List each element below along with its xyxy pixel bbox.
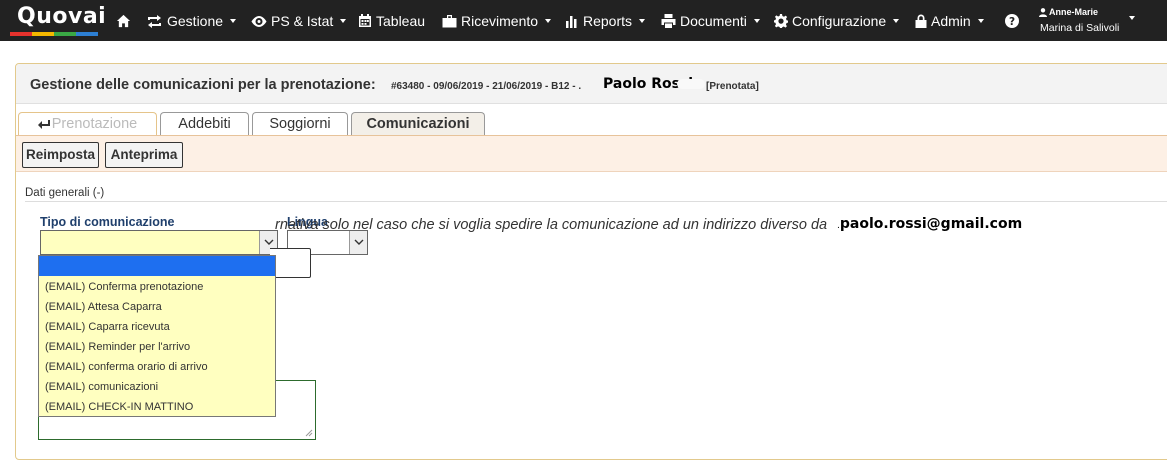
nav-gestione-label: Gestione (167, 13, 224, 29)
tab-comunicazioni[interactable]: Comunicazioni (351, 112, 485, 136)
lock-icon (915, 14, 927, 28)
section-divider (25, 201, 1167, 202)
dropdown-option[interactable]: (EMAIL) Conferma prenotazione (39, 277, 275, 297)
top-navbar: Quovai Gestione PS & Istat Tableau Ricev… (0, 0, 1167, 41)
preview-button[interactable]: Anteprima (105, 142, 183, 168)
svg-text:?: ? (1009, 16, 1015, 28)
nav-tableau[interactable]: Tableau (358, 12, 425, 30)
tab-soggiorni-label: Soggiorni (269, 116, 331, 132)
user-menu[interactable]: Anne-Marie Marina di Salivoli (1039, 6, 1149, 36)
nav-help[interactable]: ? (1005, 12, 1019, 30)
alternative-email-note: rnativa solo nel caso che si voglia sped… (275, 217, 828, 233)
printer-icon (661, 14, 676, 28)
tab-comunicazioni-label: Comunicazioni (366, 116, 470, 132)
dropdown-option[interactable]: (EMAIL) comunicazioni (39, 377, 275, 397)
type-dropdown-list[interactable]: (EMAIL) Conferma prenotazione (EMAIL) At… (38, 255, 276, 417)
logo-bar-red (10, 32, 32, 36)
eye-icon (251, 15, 267, 27)
nav-reports-label: Reports (583, 13, 633, 29)
chevron-down-icon (340, 19, 347, 23)
chevron-down-icon (753, 19, 760, 23)
booking-details: #63480 - 09/06/2019 - 21/06/2019 - B12 -… (391, 81, 582, 92)
bar-chart-icon (566, 15, 577, 28)
nav-documenti-label: Documenti (680, 13, 747, 29)
user-hotel: Marina di Salivoli (1040, 22, 1120, 34)
dropdown-option[interactable]: (EMAIL) Caparra ricevuta (39, 317, 275, 337)
question-circle-icon: ? (1005, 14, 1019, 28)
panel-header: Gestione delle comunicazioni per la pren… (16, 64, 1167, 104)
toolbar: Reimposta Anteprima (16, 136, 1167, 172)
dropdown-option[interactable] (39, 256, 275, 276)
nav-configurazione[interactable]: Configurazione (774, 12, 900, 30)
chevron-down-icon (349, 231, 367, 254)
user-icon (1039, 8, 1047, 17)
chevron-down-icon (1129, 16, 1135, 20)
chevron-down-icon (893, 19, 900, 23)
logo-bar-blue (76, 32, 98, 36)
redacted-blur (677, 79, 705, 89)
type-label: Tipo di comunicazione (40, 215, 175, 229)
nav-documenti[interactable]: Documenti (661, 12, 760, 30)
booking-status: [Prenotata] (706, 81, 759, 92)
guest-email-address: paolo.rossi@gmail.com (839, 216, 1023, 232)
dropdown-option[interactable]: (EMAIL) Attesa Caparra (39, 297, 275, 317)
guest-email: .paolo.rossi@gmail.com (837, 216, 1022, 232)
dropdown-option[interactable]: (EMAIL) Reminder per l'arrivo (39, 337, 275, 357)
nav-ps-istat-label: PS & Istat (271, 13, 334, 29)
tab-addebiti-label: Addebiti (178, 116, 231, 132)
logo-bar-green (54, 32, 76, 36)
nav-home[interactable] (116, 12, 131, 30)
dropdown-option[interactable]: (EMAIL) CHECK-IN MATTINO (39, 397, 275, 417)
tab-addebiti[interactable]: Addebiti (160, 112, 249, 136)
logo-bar-yellow (32, 32, 54, 36)
nav-gestione[interactable]: Gestione (146, 12, 237, 30)
resize-handle-icon[interactable] (305, 429, 313, 437)
tab-prenotazione-label: Prenotazione (51, 116, 138, 132)
nav-ps-istat[interactable]: PS & Istat (251, 12, 347, 30)
chevron-down-icon (230, 19, 237, 23)
type-select[interactable] (40, 230, 278, 255)
user-name: Anne-Marie (1049, 7, 1099, 17)
nav-admin-label: Admin (931, 13, 971, 29)
logo-text: Quovai (17, 4, 107, 29)
chevron-down-icon (639, 19, 646, 23)
return-arrow-icon (37, 119, 50, 129)
section-label[interactable]: Dati generali (-) (25, 187, 104, 199)
alternative-email-field[interactable] (270, 248, 311, 278)
briefcase-icon (442, 14, 457, 27)
page-title: Gestione delle comunicazioni per la pren… (30, 77, 376, 93)
home-icon (116, 14, 131, 28)
chevron-down-icon (545, 19, 552, 23)
nav-tableau-label: Tableau (376, 13, 426, 29)
nav-reports[interactable]: Reports (565, 12, 646, 30)
refresh-arrows-icon (148, 14, 161, 28)
nav-configurazione-label: Configurazione (792, 13, 887, 29)
nav-ricevimento[interactable]: Ricevimento (442, 12, 552, 30)
dropdown-option[interactable]: (EMAIL) conferma orario di arrivo (39, 357, 275, 377)
gear-icon (774, 14, 788, 28)
chevron-down-icon (977, 19, 984, 23)
reset-button[interactable]: Reimposta (22, 142, 99, 168)
tab-soggiorni[interactable]: Soggiorni (252, 112, 348, 136)
app-logo[interactable]: Quovai (10, 3, 106, 36)
calendar-icon (359, 14, 371, 27)
nav-admin[interactable]: Admin (915, 12, 984, 30)
tab-prenotazione[interactable]: Prenotazione (18, 112, 157, 136)
nav-ricevimento-label: Ricevimento (461, 13, 539, 29)
